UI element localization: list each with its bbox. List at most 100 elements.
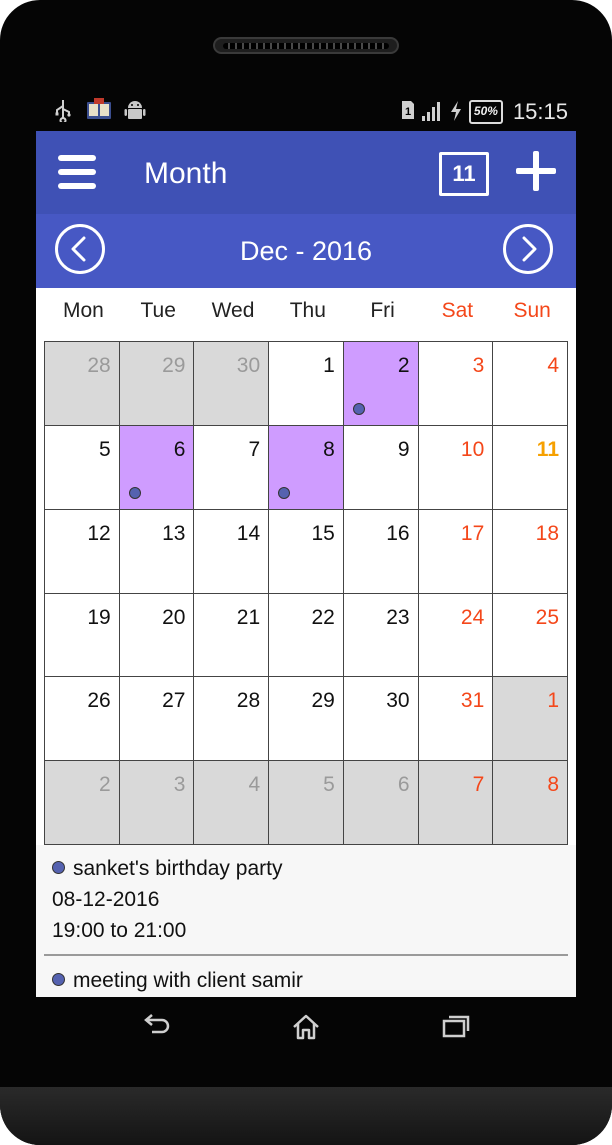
calendar-day-cell[interactable]: 20 [119, 593, 195, 678]
calendar-day-cell[interactable]: 15 [269, 509, 344, 594]
back-icon[interactable] [142, 1013, 172, 1044]
home-icon[interactable] [291, 1013, 321, 1046]
calendar-day-cell[interactable]: 29 [119, 342, 195, 426]
app-bar: Month 11 [36, 131, 576, 214]
chevron-right-icon[interactable] [503, 224, 553, 274]
calendar-day-cell[interactable]: 8 [493, 761, 568, 845]
calendar-day-cell[interactable]: 5 [269, 761, 344, 845]
battery-icon: 50% [468, 100, 503, 124]
calendar-day-cell[interactable]: 25 [493, 593, 568, 678]
calendar-day-cell[interactable]: 7 [194, 425, 270, 510]
day-number: 4 [248, 773, 261, 797]
calendar-day-cell[interactable]: 8 [269, 425, 344, 510]
day-number: 2 [397, 354, 410, 377]
calendar-day-cell[interactable]: 28 [194, 677, 270, 762]
calendar-day-cell[interactable]: 13 [119, 509, 195, 594]
calendar-day-cell[interactable]: 4 [194, 761, 270, 845]
calendar-day-cell[interactable]: 1 [493, 677, 568, 762]
weekday-sat: Sat [441, 299, 474, 322]
event-dot-icon [128, 486, 141, 499]
calendar-day-cell[interactable]: 7 [418, 761, 494, 845]
day-number: 10 [460, 437, 485, 461]
weekday-wed: Wed [211, 299, 255, 322]
calendar-day-cell[interactable]: 12 [45, 509, 120, 594]
calendar-grid: 28 29 30 1 2 3 4 5 6 7 8 9 10 11 12 13 14 15 16 17 18 19 20 21 2… [44, 341, 568, 845]
calendar-day-cell[interactable]: 24 [418, 593, 494, 678]
day-number: 23 [386, 605, 410, 629]
calendar-day-cell[interactable]: 30 [343, 677, 419, 762]
add-event-plus-icon[interactable] [516, 151, 556, 191]
day-number: 21 [236, 605, 261, 629]
calendar-day-cell[interactable]: 22 [269, 593, 344, 678]
day-number: 7 [248, 437, 261, 461]
day-number: 18 [535, 521, 559, 545]
calendar-day-cell[interactable]: 2 [343, 342, 419, 426]
event-item[interactable]: sanket's birthday party 08-12-2016 19:00… [36, 845, 576, 946]
day-number: 9 [397, 437, 410, 461]
book-icon [86, 98, 112, 122]
calendar-day-cell[interactable]: 3 [418, 342, 494, 426]
recent-apps-icon[interactable] [441, 1013, 471, 1044]
event-date: 08-12-2016 [52, 888, 160, 911]
event-dot-icon [52, 861, 65, 874]
speaker-grille [213, 37, 399, 54]
calendar-day-cell[interactable]: 9 [343, 425, 419, 510]
hamburger-menu-icon[interactable] [58, 155, 98, 191]
day-number: 15 [311, 521, 335, 545]
calendar-day-cell[interactable]: 17 [418, 509, 494, 594]
calendar-day-cell[interactable]: 10 [418, 425, 494, 510]
day-number: 6 [173, 437, 186, 461]
calendar-day-cell[interactable]: 18 [493, 509, 568, 594]
day-number: 24 [460, 605, 485, 629]
app-screen: Month 11 Dec - 2016 Mon Tue Wed Thu Fri … [36, 131, 576, 997]
calendar-day-cell[interactable]: 21 [194, 593, 270, 678]
calendar-day-cell[interactable]: 14 [194, 509, 270, 594]
calendar-day-cell[interactable]: 26 [45, 677, 120, 762]
day-number: 29 [311, 689, 335, 713]
calendar-day-cell[interactable]: 2 [45, 761, 120, 845]
page-title: Month [144, 157, 228, 190]
event-title: sanket's birthday party [73, 857, 283, 880]
calendar-day-cell[interactable]: 6 [119, 425, 195, 510]
calendar-day-cell[interactable]: 27 [119, 677, 195, 762]
calendar-day-cell-today[interactable]: 11 [493, 425, 568, 510]
event-item[interactable]: meeting with client samir [36, 957, 303, 996]
android-icon [124, 98, 146, 122]
day-number: 30 [386, 689, 410, 713]
day-number: 8 [547, 773, 559, 797]
day-number: 28 [236, 689, 261, 713]
calendar-day-cell[interactable]: 16 [343, 509, 419, 594]
weekday-fri: Fri [370, 299, 395, 322]
month-year-label: Dec - 2016 [239, 236, 373, 266]
day-number: 8 [323, 437, 335, 461]
day-number: 29 [162, 354, 186, 377]
day-number: 25 [535, 605, 559, 629]
calendar-day-cell[interactable]: 19 [45, 593, 120, 678]
system-navigation-bar [0, 997, 612, 1087]
day-number: 5 [323, 773, 335, 797]
calendar-day-cell[interactable]: 28 [45, 342, 120, 426]
day-number: 14 [236, 521, 261, 545]
calendar-day-cell[interactable]: 1 [269, 342, 344, 426]
svg-text:1: 1 [405, 106, 411, 118]
weekday-tue: Tue [140, 299, 176, 322]
today-calendar-icon[interactable]: 11 [439, 152, 489, 196]
calendar-day-cell[interactable]: 23 [343, 593, 419, 678]
calendar-day-cell[interactable]: 29 [269, 677, 344, 762]
weekday-mon: Mon [62, 299, 104, 322]
day-number: 4 [547, 354, 559, 377]
calendar-day-cell[interactable]: 5 [45, 425, 120, 510]
calendar-day-cell[interactable]: 6 [343, 761, 419, 845]
event-dot-icon [52, 973, 65, 986]
day-number: 1 [547, 689, 559, 713]
calendar-day-cell[interactable]: 31 [418, 677, 494, 762]
calendar-day-cell[interactable]: 4 [493, 342, 568, 426]
phone-chin [0, 1087, 612, 1145]
calendar-day-cell[interactable]: 30 [194, 342, 270, 426]
event-dot-icon [352, 402, 365, 415]
calendar-day-cell[interactable]: 3 [119, 761, 195, 845]
day-number: 1 [323, 354, 335, 377]
day-number: 2 [99, 773, 111, 797]
day-number: 20 [162, 605, 186, 629]
day-number: 16 [386, 521, 410, 545]
